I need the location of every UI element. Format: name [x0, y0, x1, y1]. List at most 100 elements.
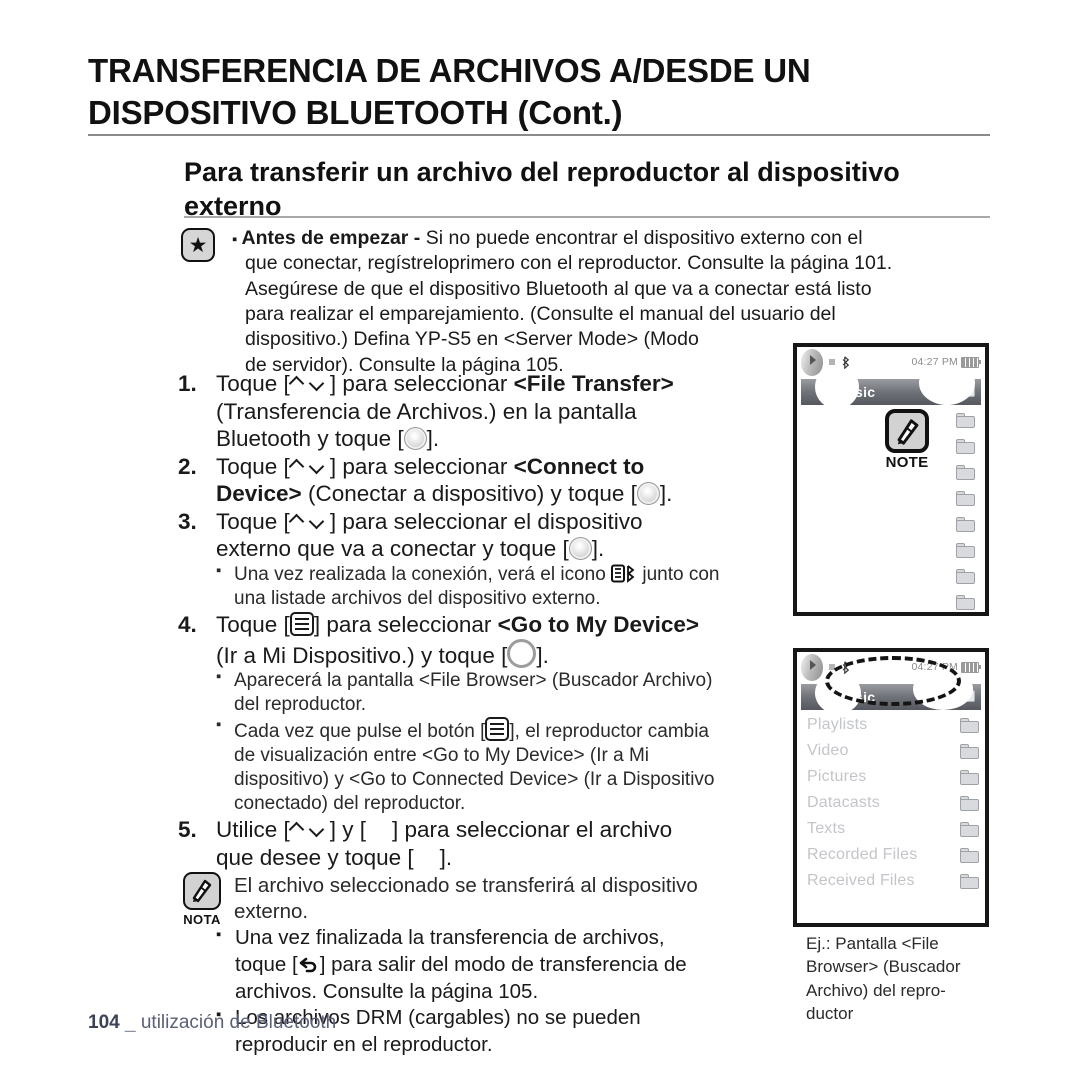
steps-list: 1. Toque [] para seleccionar <File Transf… [178, 370, 798, 1058]
caption-line: Browser> (Buscador [806, 957, 961, 977]
text-line: Utilice [] y [] para seleccionar el arch… [216, 817, 673, 843]
caption-line: Archivo) del repro- [806, 980, 946, 1000]
text-line: Una vez finalizada la transferencia de a… [235, 926, 665, 950]
section-divider [184, 216, 990, 218]
step-bullets: Una vez realizada la conexión, verá el i… [216, 562, 798, 611]
battery-icon [961, 356, 981, 368]
folder-icon [956, 439, 975, 454]
note-watermark-overlay: NOTE [885, 409, 929, 471]
text-line: Asegúrese de que el dispositivo Bluetoot… [245, 277, 872, 300]
player-logo-icon [801, 348, 823, 376]
final-plain-bullets: El archivo seleccionado se transferirá a… [216, 872, 798, 925]
text-line: para realizar el emparejamiento. (Consul… [245, 303, 836, 326]
device1-title-bar: sic [801, 379, 981, 405]
footer-separator: _ [124, 1012, 136, 1033]
emphasis-text: <Go to My Device> [497, 612, 699, 637]
step-bullets: Aparecerá la pantalla <File Browser> (Bu… [216, 668, 798, 816]
bluetooth-icon [842, 355, 850, 369]
updown-chevron-icon [290, 822, 330, 836]
step-text: Toque [] para seleccionar <Connect to Dev… [216, 453, 798, 508]
text-line: del reproductor. [234, 694, 367, 716]
step-text: Toque [] para seleccionar el dispositivo… [216, 508, 798, 563]
device1-folder-column [956, 413, 975, 610]
section-title: Para transferir un archivo del reproduct… [184, 155, 994, 223]
file-browser-row-label: Texts [807, 820, 846, 837]
bullet-item: Una vez finalizada la transferencia de a… [216, 925, 798, 1005]
text-line: Aparecerá la pantalla <File Browser> (Bu… [234, 670, 713, 692]
battery-icon [961, 661, 981, 673]
text-line: una listade archivos del dispositivo ext… [234, 587, 601, 609]
text-line: Toque [] para seleccionar <Go to My Devi… [216, 612, 699, 637]
updown-chevron-icon [290, 376, 330, 390]
file-browser-row[interactable]: Datacasts [807, 790, 979, 816]
folder-icon [956, 569, 975, 584]
file-browser-row-label: Recorded Files [807, 846, 918, 863]
note-bullets: Una vez finalizada la transferencia de a… [216, 925, 798, 1058]
step-number: 3. [178, 508, 197, 534]
circle-button-icon [636, 482, 660, 506]
file-browser-row[interactable]: Playlists [807, 712, 979, 738]
menu-button-icon [485, 717, 510, 742]
star-icon: ★ [181, 228, 217, 264]
text-line: de visualización entre <Go to My Device>… [234, 745, 650, 767]
caption-line: ductor [806, 1004, 854, 1024]
step-item: 2. Toque [] para seleccionar <Connect to D… [178, 453, 798, 508]
step-item: 1. Toque [] para seleccionar <File Transf… [178, 370, 798, 453]
footer-text: utilización de Bluetooth [140, 1012, 337, 1033]
bullet-item: Cada vez que pulse el botón [], el repro… [216, 716, 798, 816]
note-label: NOTA [183, 912, 221, 927]
bullet-item: Aparecerá la pantalla <File Browser> (Bu… [216, 668, 798, 717]
step-number: 2. [178, 453, 197, 479]
text-line: ▪ Antes de empezar - Si no puede encontr… [232, 227, 863, 249]
folder-icon [960, 873, 979, 889]
step-item: 4. Toque [] para seleccionar <Go to My De… [178, 611, 798, 669]
device-caption: Ej.: Pantalla <File Browser> (Buscador Arc… [806, 932, 996, 1026]
emphasis-text: <Connect to [513, 453, 645, 479]
updown-chevron-icon [290, 459, 330, 473]
folder-icon [956, 595, 975, 610]
emphasis-text: <File Transfer> [513, 371, 674, 396]
note-label-bold: Antes de empezar - [241, 227, 421, 249]
chapter-title: TRANSFERENCIA DE ARCHIVOS A/DESDE UN DIS… [88, 50, 988, 133]
bullet-item: Una vez realizada la conexión, verá el i… [216, 562, 798, 611]
file-browser-row[interactable]: Texts [807, 816, 979, 842]
step-number: 5. [178, 817, 197, 843]
folder-icon [960, 795, 979, 811]
player-logo-icon [801, 653, 823, 681]
menu-button-icon [289, 612, 314, 636]
section-title-line1: Para transferir un archivo del reproduct… [184, 157, 750, 187]
folder-icon [960, 743, 979, 759]
circle-outline-icon [507, 638, 537, 668]
step-text: Utilice [] y [] para seleccionar el arch… [216, 816, 798, 871]
highlight-ellipse-annotation [825, 656, 961, 706]
chapter-title-line2: DISPOSITIVO BLUETOOTH (Cont.) [88, 93, 623, 131]
caption-line: Ej.: Pantalla <File [806, 934, 939, 953]
updown-chevron-icon [290, 514, 330, 528]
note-pen-icon: NOTA [176, 872, 228, 927]
step-item: 5. Utilice [] y [] para seleccionar el ar… [178, 816, 798, 871]
text-line: Device> (Conectar a dispositivo) y toque… [216, 481, 673, 507]
file-browser-row-label: Video [807, 742, 849, 759]
folder-icon [956, 491, 975, 506]
circle-button-icon [568, 537, 592, 561]
text-line: reproducir en el reproductor. [235, 1032, 493, 1056]
file-browser-row-label: Playlists [807, 716, 868, 733]
file-browser-list: Playlists Video Pictures Datacasts Texts Reco… [797, 710, 985, 894]
indicator-square-icon [829, 359, 835, 365]
text-line: conectado) del reproductor. [234, 793, 466, 815]
text-line: que conectar, regístreloprimero con el r… [245, 252, 893, 275]
device1-clock: 04:27 PM [911, 356, 958, 368]
text-line: que desee y toque []. [216, 844, 453, 870]
step-text: Toque [] para seleccionar <File Transfer… [216, 370, 798, 453]
text-line: Una vez realizada la conexión, verá el i… [234, 563, 720, 585]
header-divider [88, 134, 990, 136]
file-browser-row-label: Received Files [807, 872, 915, 889]
text-line: toque [] para salir del modo de transfer… [235, 952, 687, 976]
folder-icon [960, 821, 979, 837]
text-line: externo. [234, 900, 309, 924]
file-browser-row[interactable]: Recorded Files [807, 842, 979, 868]
step-number: 4. [178, 612, 197, 637]
file-browser-row[interactable]: Pictures [807, 764, 979, 790]
file-browser-row[interactable]: Video [807, 738, 979, 764]
file-browser-row[interactable]: Received Files [807, 868, 979, 894]
